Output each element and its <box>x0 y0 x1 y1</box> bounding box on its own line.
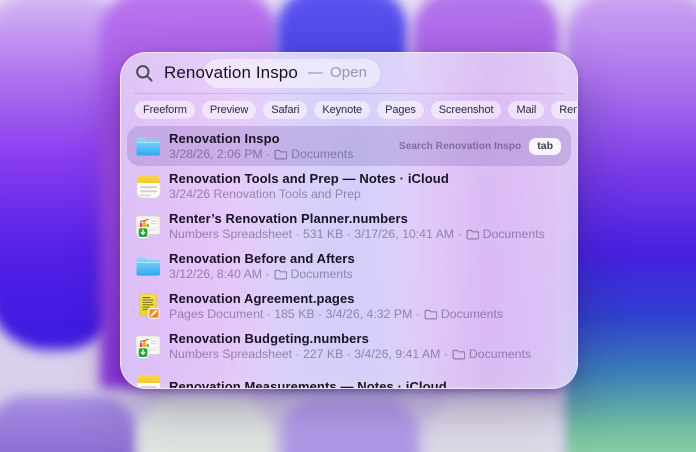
result-meta: 3/28/26, 2:06 PM · Documents <box>169 147 353 161</box>
result-location: Documents <box>291 267 353 281</box>
result-title: Renovation Tools and Prep — Notes · iClo… <box>169 171 449 186</box>
folder-mini-icon <box>452 349 465 360</box>
result-location: Documents <box>441 307 503 321</box>
wallpaper-shape <box>140 398 272 452</box>
result-texts: Renovation Budgeting.numbersNumbers Spre… <box>169 331 531 361</box>
folder-mini-icon <box>274 269 287 280</box>
result-row[interactable]: Renovation Measurements — Notes · iCloud <box>127 366 571 389</box>
result-meta: Pages Document · 185 KB · 3/4/26, 4:32 P… <box>169 307 503 321</box>
filter-chip-reminders[interactable]: Reminders <box>551 101 578 119</box>
filter-chip-safari[interactable]: Safari <box>263 101 307 119</box>
result-row[interactable]: Renovation Inspo3/28/26, 2:06 PM · Docum… <box>127 126 571 166</box>
shortcut-hint: Search Renovation Inspo tab <box>399 138 566 155</box>
result-texts: Renovation Before and Afters3/12/26, 8:4… <box>169 251 355 281</box>
filter-chip-screenshot[interactable]: Screenshot <box>431 101 502 119</box>
search-bar[interactable]: Renovation Inspo — Open <box>121 53 577 93</box>
divider <box>134 93 564 94</box>
result-texts: Renter’s Renovation Planner.numbersNumbe… <box>169 211 545 241</box>
result-location: Documents <box>291 147 353 161</box>
notes-icon <box>134 172 162 200</box>
result-title: Renovation Agreement.pages <box>169 291 503 306</box>
result-row[interactable]: Renovation Budgeting.numbersNumbers Spre… <box>127 326 571 366</box>
result-texts: Renovation Measurements — Notes · iCloud <box>169 379 447 390</box>
filter-chip-keynote[interactable]: Keynote <box>314 101 370 119</box>
filter-chip-mail[interactable]: Mail <box>508 101 544 119</box>
result-meta-text: Numbers Spreadsheet · 531 KB · 3/17/26, … <box>169 227 462 241</box>
tab-key-badge[interactable]: tab <box>529 138 561 155</box>
result-meta: 3/12/26, 8:40 AM · Documents <box>169 267 355 281</box>
wallpaper-shape <box>428 398 560 452</box>
result-meta-text: 3/24/26 Renovation Tools and Prep <box>169 187 361 201</box>
search-input[interactable]: Renovation Inspo — Open <box>164 59 380 88</box>
result-texts: Renovation Inspo3/28/26, 2:06 PM · Docum… <box>169 131 353 161</box>
result-meta-text: Pages Document · 185 KB · 3/4/26, 4:32 P… <box>169 307 420 321</box>
result-meta: Numbers Spreadsheet · 227 KB · 3/4/26, 9… <box>169 347 531 361</box>
result-meta-text: Numbers Spreadsheet · 227 KB · 3/4/26, 9… <box>169 347 448 361</box>
result-title: Renovation Inspo <box>169 131 353 146</box>
filter-chip-preview[interactable]: Preview <box>202 101 256 119</box>
folder-icon <box>134 252 162 280</box>
autocomplete-text: vation Inspo <box>205 63 298 83</box>
result-title: Renovation Budgeting.numbers <box>169 331 531 346</box>
numbers-icon <box>134 332 162 360</box>
desktop: Renovation Inspo — Open Freeform Preview Saf… <box>0 0 696 452</box>
folder-mini-icon <box>274 149 287 160</box>
wallpaper-shape <box>565 0 696 452</box>
action-hint: Open <box>330 64 367 81</box>
folder-mini-icon <box>424 309 437 320</box>
wallpaper-shape <box>282 397 418 452</box>
result-texts: Renovation Agreement.pagesPages Document… <box>169 291 503 321</box>
autocomplete-pill: vation Inspo — Open <box>204 59 380 88</box>
action-separator: — <box>308 64 323 81</box>
folder-mini-icon <box>466 229 479 240</box>
wallpaper-shape <box>0 396 136 452</box>
result-row[interactable]: Renovation Tools and Prep — Notes · iClo… <box>127 166 571 206</box>
spotlight-panel: Renovation Inspo — Open Freeform Preview Saf… <box>120 52 578 389</box>
numbers-icon <box>134 212 162 240</box>
result-row[interactable]: Renovation Before and Afters3/12/26, 8:4… <box>127 246 571 286</box>
result-row[interactable]: Renter’s Renovation Planner.numbersNumbe… <box>127 206 571 246</box>
result-texts: Renovation Tools and Prep — Notes · iClo… <box>169 171 449 201</box>
search-icon <box>135 64 154 83</box>
folder-icon <box>134 132 162 160</box>
result-meta-text: 3/12/26, 8:40 AM · <box>169 267 270 281</box>
search-typed-text: Reno <box>164 63 205 83</box>
result-meta: 3/24/26 Renovation Tools and Prep <box>169 187 449 201</box>
shortcut-hint-text: Search Renovation Inspo <box>399 141 521 152</box>
filter-chips: Freeform Preview Safari Keynote Pages Screens… <box>135 101 563 119</box>
notes-icon <box>134 372 162 389</box>
filter-chip-freeform[interactable]: Freeform <box>135 101 195 119</box>
filter-chip-pages[interactable]: Pages <box>377 101 424 119</box>
result-row[interactable]: Renovation Agreement.pagesPages Document… <box>127 286 571 326</box>
result-location: Documents <box>483 227 545 241</box>
result-meta-text: 3/28/26, 2:06 PM · <box>169 147 270 161</box>
result-meta: Numbers Spreadsheet · 531 KB · 3/17/26, … <box>169 227 545 241</box>
results-list: Renovation Inspo3/28/26, 2:06 PM · Docum… <box>121 126 577 389</box>
pages-icon <box>134 292 162 320</box>
result-title: Renovation Before and Afters <box>169 251 355 266</box>
result-title: Renter’s Renovation Planner.numbers <box>169 211 545 226</box>
result-location: Documents <box>469 347 531 361</box>
result-title: Renovation Measurements — Notes · iCloud <box>169 379 447 390</box>
